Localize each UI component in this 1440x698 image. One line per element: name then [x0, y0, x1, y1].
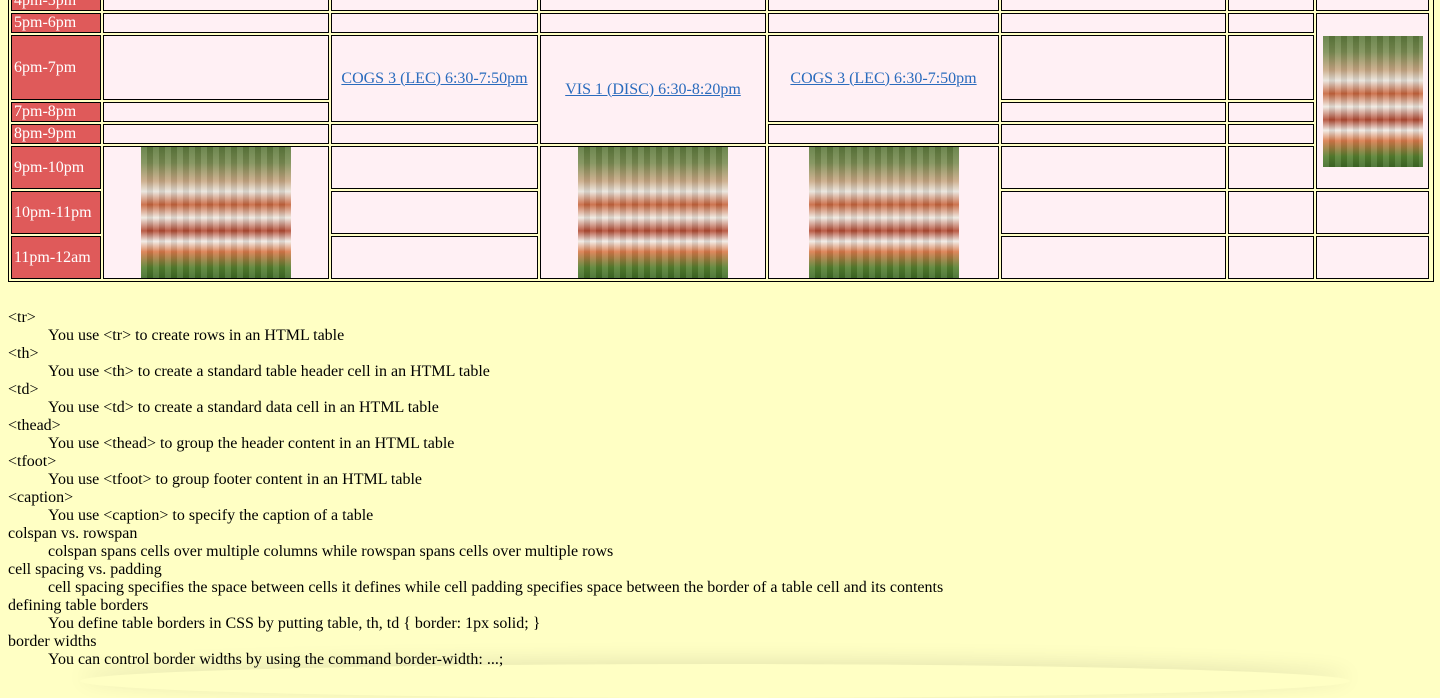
- empty-cell: [1001, 191, 1226, 234]
- empty-cell: [1001, 146, 1226, 189]
- empty-cell: [1316, 0, 1429, 11]
- group-photo-image: [1322, 35, 1423, 167]
- definition-desc: You use <thead> to group the header cont…: [48, 435, 455, 452]
- schedule-table: 4pm-5pm 5pm-6pm 6pm-7pm COGS 3 (LEC) 6:3…: [8, 0, 1434, 282]
- empty-cell: [103, 0, 329, 11]
- course-link-cogs3-tue[interactable]: COGS 3 (LEC) 6:30-7:50pm: [341, 70, 527, 87]
- row-5pm: 5pm-6pm: [11, 13, 1431, 189]
- empty-cell: [1001, 102, 1226, 122]
- definition-desc: cell spacing specifies the space between…: [48, 579, 944, 596]
- row-9pm: 9pm-10pm: [11, 146, 1431, 279]
- course-cell: COGS 3 (LEC) 6:30-7:50pm: [768, 35, 999, 122]
- empty-cell: [768, 0, 999, 11]
- empty-cell: [1228, 13, 1314, 33]
- empty-cell: [331, 124, 538, 144]
- empty-cell: [1228, 146, 1314, 189]
- empty-cell: [331, 13, 538, 33]
- time-cell: 4pm-5pm: [11, 0, 101, 11]
- empty-cell: [540, 13, 766, 33]
- empty-cell: [1001, 35, 1226, 100]
- empty-cell: [1316, 236, 1429, 279]
- time-cell: 11pm-12am: [11, 236, 101, 279]
- empty-cell: [103, 13, 329, 33]
- empty-cell: [1228, 191, 1314, 234]
- course-link-vis1[interactable]: VIS 1 (DISC) 6:30-8:20pm: [565, 81, 741, 98]
- definition-term: <tfoot>: [8, 453, 57, 470]
- definition-desc: You use <caption> to specify the caption…: [48, 507, 374, 524]
- bottom-shadow: [80, 664, 1350, 698]
- definition-term: <th>: [8, 345, 39, 362]
- definitions-list: <tr> You use <tr> to create rows in an H…: [8, 309, 943, 669]
- empty-cell: [103, 124, 329, 144]
- schedule-table-wrap: 4pm-5pm 5pm-6pm 6pm-7pm COGS 3 (LEC) 6:3…: [8, 0, 1434, 282]
- time-cell: 8pm-9pm: [11, 124, 101, 144]
- definition-desc: You use <tr> to create rows in an HTML t…: [48, 327, 345, 344]
- photo-cell: [768, 146, 999, 279]
- empty-cell: [331, 146, 538, 189]
- empty-cell: [768, 124, 999, 144]
- definition-term: cell spacing vs. padding: [8, 561, 162, 578]
- empty-cell: [1001, 236, 1226, 279]
- group-photo-image: [141, 147, 291, 278]
- empty-cell: [331, 0, 538, 11]
- empty-cell: [1001, 0, 1226, 11]
- empty-cell: [1228, 124, 1314, 144]
- photo-cell: [540, 146, 766, 279]
- definition-desc: colspan spans cells over multiple column…: [48, 543, 614, 560]
- time-cell: 10pm-11pm: [11, 191, 101, 234]
- empty-cell: [331, 191, 538, 234]
- time-cell: 6pm-7pm: [11, 35, 101, 100]
- definition-term: <thead>: [8, 417, 61, 434]
- definition-term: <caption>: [8, 489, 74, 506]
- definition-term: <tr>: [8, 309, 36, 326]
- time-cell: 7pm-8pm: [11, 102, 101, 122]
- definition-desc: You use <th> to create a standard table …: [48, 363, 490, 380]
- group-photo-image: [578, 147, 728, 278]
- definition-term: border widths: [8, 633, 97, 650]
- time-cell: 9pm-10pm: [11, 146, 101, 189]
- empty-cell: [1228, 236, 1314, 279]
- definition-desc: You use <tfoot> to group footer content …: [48, 471, 422, 488]
- definition-desc: You define table borders in CSS by putti…: [48, 615, 541, 632]
- time-cell: 5pm-6pm: [11, 13, 101, 33]
- definition-desc: You use <td> to create a standard data c…: [48, 399, 439, 416]
- definition-desc: You can control border widths by using t…: [48, 651, 504, 668]
- definition-term: defining table borders: [8, 597, 149, 614]
- empty-cell: [1228, 0, 1314, 11]
- empty-cell: [1001, 13, 1226, 33]
- empty-cell: [103, 35, 329, 100]
- empty-cell: [768, 13, 999, 33]
- empty-cell: [1228, 102, 1314, 122]
- empty-cell: [1001, 124, 1226, 144]
- course-cell: VIS 1 (DISC) 6:30-8:20pm: [540, 35, 766, 144]
- photo-cell: [1316, 13, 1429, 189]
- course-link-cogs3-thu[interactable]: COGS 3 (LEC) 6:30-7:50pm: [790, 70, 976, 87]
- photo-cell: [103, 146, 329, 279]
- group-photo-image: [808, 147, 959, 278]
- empty-cell: [331, 236, 538, 279]
- definition-term: colspan vs. rowspan: [8, 525, 138, 542]
- empty-cell: [103, 102, 329, 122]
- row-4pm: 4pm-5pm: [11, 0, 1431, 11]
- empty-cell: [1316, 191, 1429, 234]
- row-6pm: 6pm-7pm COGS 3 (LEC) 6:30-7:50pm VIS 1 (…: [11, 35, 1431, 144]
- course-cell: COGS 3 (LEC) 6:30-7:50pm: [331, 35, 538, 122]
- empty-cell: [1228, 35, 1314, 100]
- empty-cell: [540, 0, 766, 11]
- definition-term: <td>: [8, 381, 39, 398]
